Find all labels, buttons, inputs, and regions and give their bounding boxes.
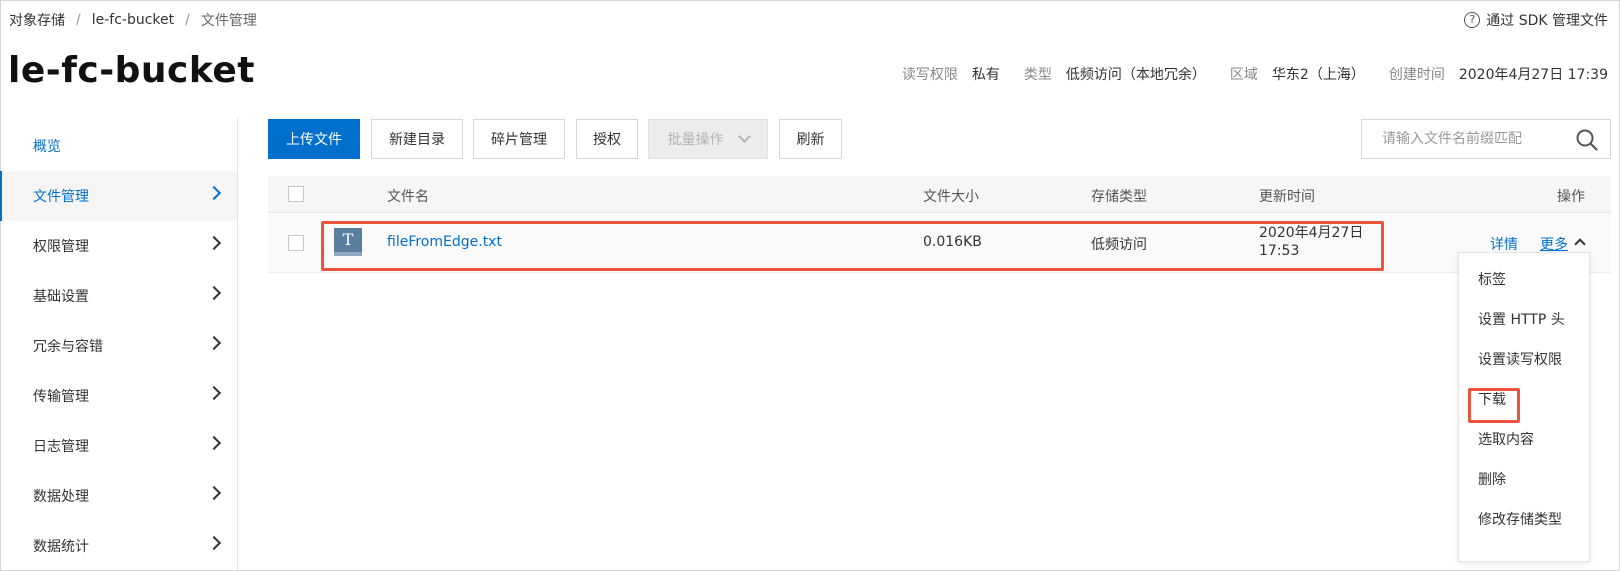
sidebar: 概览 文件管理 权限管理 基础设置 冗余与容错 传输管理 日志管理 数据处理 数… bbox=[0, 118, 238, 571]
meta-acl-value: 私有 bbox=[971, 67, 1000, 83]
meta-created-key: 创建时间 bbox=[1388, 67, 1445, 83]
column-header-storage[interactable]: 存储类型 bbox=[1091, 186, 1147, 206]
new-directory-button[interactable]: 新建目录 bbox=[371, 119, 463, 159]
menu-item-change-storage-class[interactable]: 修改存储类型 bbox=[1478, 509, 1562, 529]
sidebar-item-label: 日志管理 bbox=[33, 439, 89, 455]
breadcrumb-separator: / bbox=[185, 12, 190, 28]
search-icon[interactable] bbox=[1576, 129, 1598, 151]
sdk-manage-label: 通过 SDK 管理文件 bbox=[1486, 13, 1608, 29]
detail-link[interactable]: 详情 bbox=[1490, 234, 1518, 254]
meta-region-value: 华东2（上海） bbox=[1271, 67, 1365, 83]
text-file-icon: T bbox=[334, 228, 362, 256]
page-title: le-fc-bucket bbox=[8, 50, 255, 91]
more-actions-menu: 标签 设置 HTTP 头 设置读写权限 下载 选取内容 删除 修改存储类型 bbox=[1458, 252, 1590, 562]
meta-acl-key: 读写权限 bbox=[901, 67, 958, 83]
batch-operations-label: 批量操作 bbox=[667, 132, 724, 148]
search-box bbox=[1361, 119, 1611, 159]
column-header-name[interactable]: 文件名 bbox=[387, 186, 429, 206]
column-header-size[interactable]: 文件大小 bbox=[923, 186, 979, 206]
upload-file-button[interactable]: 上传文件 bbox=[268, 119, 360, 159]
authorize-button[interactable]: 授权 bbox=[576, 119, 638, 159]
sidebar-item-permissions[interactable]: 权限管理 bbox=[0, 221, 237, 271]
more-actions-toggle[interactable]: 更多 bbox=[1540, 234, 1586, 254]
bucket-meta: 读写权限 私有 类型 低频访问（本地冗余） 区域 华东2（上海） 创建时间 20… bbox=[902, 64, 1608, 84]
sidebar-item-label: 权限管理 bbox=[33, 239, 89, 255]
menu-item-acl[interactable]: 设置读写权限 bbox=[1478, 349, 1562, 369]
chevron-down-icon bbox=[737, 130, 751, 143]
batch-operations-dropdown[interactable]: 批量操作 bbox=[648, 119, 768, 159]
meta-type-key: 类型 bbox=[1023, 67, 1052, 83]
table-row: T fileFromEdge.txt 0.016KB 低频访问 2020年4月2… bbox=[268, 214, 1611, 273]
breadcrumb: 对象存储 / le-fc-bucket / 文件管理 bbox=[9, 10, 257, 30]
meta-created-value: 2020年4月27日 17:39 bbox=[1458, 67, 1608, 83]
sidebar-item-basic-settings[interactable]: 基础设置 bbox=[0, 271, 237, 321]
menu-item-select-content[interactable]: 选取内容 bbox=[1478, 429, 1534, 449]
chevron-right-icon bbox=[206, 235, 222, 251]
chevron-right-icon bbox=[206, 535, 222, 551]
file-name-link[interactable]: fileFromEdge.txt bbox=[387, 234, 502, 250]
file-storage-type: 低频访问 bbox=[1091, 237, 1147, 253]
breadcrumb-file-management: 文件管理 bbox=[200, 13, 257, 29]
table-header: 文件名 文件大小 存储类型 更新时间 操作 bbox=[268, 176, 1611, 213]
chevron-up-icon bbox=[1574, 238, 1586, 250]
chevron-right-icon bbox=[206, 485, 222, 501]
menu-item-delete[interactable]: 删除 bbox=[1478, 469, 1506, 489]
meta-region-key: 区域 bbox=[1229, 67, 1258, 83]
sidebar-item-label: 冗余与容错 bbox=[33, 339, 103, 355]
sidebar-item-label: 概览 bbox=[33, 139, 61, 155]
menu-item-tags[interactable]: 标签 bbox=[1478, 269, 1506, 289]
menu-item-http-headers[interactable]: 设置 HTTP 头 bbox=[1478, 309, 1565, 329]
breadcrumb-bucket[interactable]: le-fc-bucket bbox=[92, 12, 174, 28]
column-header-actions: 操作 bbox=[1557, 189, 1585, 205]
file-updated-time: 2020年4月27日 17:53 bbox=[1259, 224, 1363, 260]
file-size: 0.016KB bbox=[923, 234, 982, 250]
sidebar-item-statistics[interactable]: 数据统计 bbox=[0, 521, 237, 571]
chevron-right-icon bbox=[206, 335, 222, 351]
help-circle-icon: ? bbox=[1464, 12, 1481, 28]
sidebar-item-label: 数据统计 bbox=[33, 539, 89, 555]
fragment-management-button[interactable]: 碎片管理 bbox=[473, 119, 565, 159]
chevron-right-icon bbox=[206, 435, 222, 451]
breadcrumb-object-storage[interactable]: 对象存储 bbox=[9, 10, 65, 30]
meta-type-value: 低频访问（本地冗余） bbox=[1065, 67, 1206, 83]
sidebar-item-file-management[interactable]: 文件管理 bbox=[0, 171, 237, 221]
sidebar-item-overview[interactable]: 概览 bbox=[0, 121, 237, 171]
search-input[interactable] bbox=[1362, 121, 1567, 157]
breadcrumb-separator: / bbox=[76, 12, 81, 28]
chevron-right-icon bbox=[206, 185, 222, 201]
select-all-checkbox[interactable] bbox=[288, 186, 304, 202]
sidebar-item-label: 数据处理 bbox=[33, 489, 89, 505]
column-header-updated[interactable]: 更新时间 bbox=[1259, 186, 1315, 206]
updated-date: 2020年4月27日 bbox=[1259, 225, 1364, 241]
sidebar-item-label: 文件管理 bbox=[33, 189, 89, 205]
sidebar-item-label: 传输管理 bbox=[33, 389, 89, 405]
chevron-right-icon bbox=[206, 385, 222, 401]
refresh-button[interactable]: 刷新 bbox=[779, 119, 842, 159]
sidebar-item-redundancy[interactable]: 冗余与容错 bbox=[0, 321, 237, 371]
chevron-right-icon bbox=[206, 285, 222, 301]
sidebar-item-data-processing[interactable]: 数据处理 bbox=[0, 471, 237, 521]
sidebar-item-transfer[interactable]: 传输管理 bbox=[0, 371, 237, 421]
sdk-manage-link[interactable]: ? 通过 SDK 管理文件 bbox=[1464, 10, 1608, 30]
sidebar-item-label: 基础设置 bbox=[33, 289, 89, 305]
menu-item-download[interactable]: 下载 bbox=[1478, 389, 1506, 409]
updated-time: 17:53 bbox=[1259, 243, 1300, 259]
more-link-label: 更多 bbox=[1540, 237, 1568, 253]
row-checkbox[interactable] bbox=[288, 235, 304, 251]
sidebar-item-logs[interactable]: 日志管理 bbox=[0, 421, 237, 471]
